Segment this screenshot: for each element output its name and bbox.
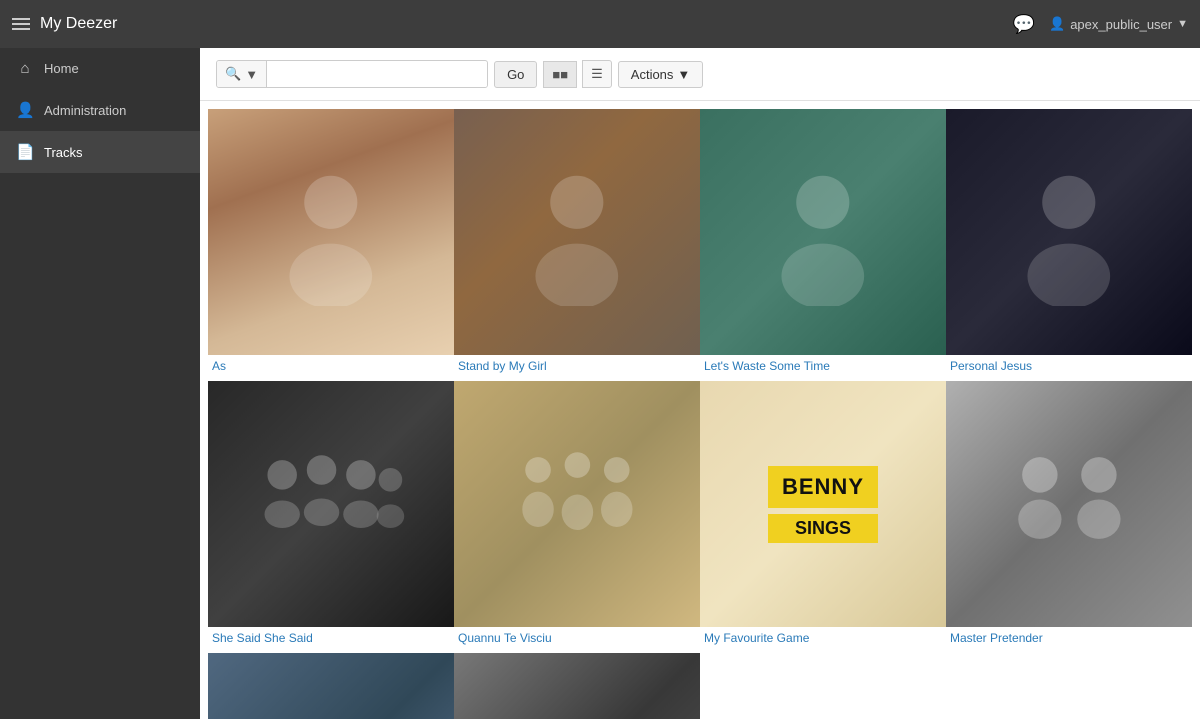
topbar-right: 💬 👤 apex_public_user ▼ xyxy=(1013,14,1188,35)
track-title[interactable]: My Favourite Game xyxy=(700,627,946,653)
sidebar-item-home[interactable]: ⌂ Home xyxy=(0,48,200,89)
hamburger-icon[interactable] xyxy=(12,18,30,30)
administration-icon: 👤 xyxy=(16,101,34,119)
sidebar-label-tracks: Tracks xyxy=(44,145,83,160)
sidebar-label-administration: Administration xyxy=(44,103,126,118)
tracks-grid: As Stand by My Girl Let's Waste Some Tim… xyxy=(200,101,1200,719)
track-item[interactable] xyxy=(208,653,454,719)
search-box: 🔍 ▼ xyxy=(216,60,488,88)
app-title: My Deezer xyxy=(40,15,117,33)
track-title[interactable]: Quannu Te Visciu xyxy=(454,627,700,653)
track-title[interactable]: Let's Waste Some Time xyxy=(700,355,946,381)
topbar-left: My Deezer xyxy=(12,15,117,33)
track-title[interactable]: She Said She Said xyxy=(208,627,454,653)
track-title[interactable]: Personal Jesus xyxy=(946,355,1192,381)
go-button[interactable]: Go xyxy=(494,61,537,88)
home-icon: ⌂ xyxy=(16,60,34,77)
layout: ⌂ Home 👤 Administration 📄 Tracks 🔍 ▼ Go xyxy=(0,48,1200,719)
toolbar: 🔍 ▼ Go ■■ ☰ Actions ▼ xyxy=(200,48,1200,101)
user-info[interactable]: 👤 apex_public_user ▼ xyxy=(1049,16,1188,32)
track-item[interactable]: BENNY SINGS My Favourite Game xyxy=(700,381,946,653)
track-item[interactable] xyxy=(454,653,700,719)
actions-label: Actions xyxy=(631,67,674,82)
username-label: apex_public_user xyxy=(1070,17,1172,32)
sidebar-label-home: Home xyxy=(44,61,79,76)
sidebar: ⌂ Home 👤 Administration 📄 Tracks xyxy=(0,48,200,719)
list-view-button[interactable]: ☰ xyxy=(582,60,612,88)
track-item[interactable]: Personal Jesus xyxy=(946,109,1192,381)
grid-view-button[interactable]: ■■ xyxy=(543,61,577,88)
search-chevron-icon: ▼ xyxy=(245,67,258,82)
chat-icon[interactable]: 💬 xyxy=(1013,14,1035,35)
track-item[interactable]: Let's Waste Some Time xyxy=(700,109,946,381)
track-item[interactable]: Quannu Te Visciu xyxy=(454,381,700,653)
track-title[interactable]: Master Pretender xyxy=(946,627,1192,653)
track-item[interactable]: As xyxy=(208,109,454,381)
actions-chevron-icon: ▼ xyxy=(677,67,690,82)
track-item[interactable]: She Said She Said xyxy=(208,381,454,653)
search-icon: 🔍 xyxy=(225,66,241,82)
grid-view-icon: ■■ xyxy=(552,67,568,82)
user-chevron-icon: ▼ xyxy=(1177,18,1188,30)
track-item[interactable]: Stand by My Girl xyxy=(454,109,700,381)
main-content: 🔍 ▼ Go ■■ ☰ Actions ▼ As xyxy=(200,48,1200,719)
search-type-selector[interactable]: 🔍 ▼ xyxy=(217,61,267,87)
track-item[interactable]: Master Pretender xyxy=(946,381,1192,653)
list-view-icon: ☰ xyxy=(591,66,603,81)
track-title[interactable]: Stand by My Girl xyxy=(454,355,700,381)
actions-button[interactable]: Actions ▼ xyxy=(618,61,704,88)
tracks-icon: 📄 xyxy=(16,143,34,161)
search-input[interactable] xyxy=(267,62,487,87)
user-icon: 👤 xyxy=(1049,16,1065,32)
track-title[interactable]: As xyxy=(208,355,454,381)
sidebar-item-administration[interactable]: 👤 Administration xyxy=(0,89,200,131)
sidebar-item-tracks[interactable]: 📄 Tracks xyxy=(0,131,200,173)
topbar: My Deezer 💬 👤 apex_public_user ▼ xyxy=(0,0,1200,48)
